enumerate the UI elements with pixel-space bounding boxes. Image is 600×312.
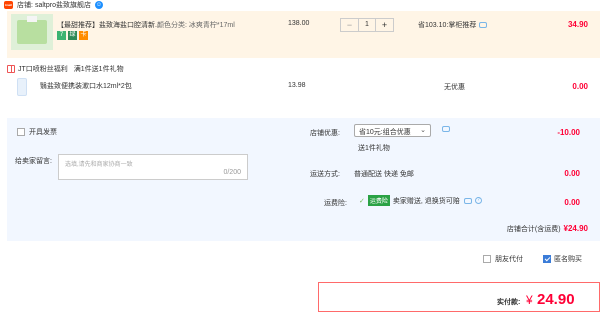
help-icon[interactable]: ? (474, 197, 482, 204)
shop-discount-amount: -10.00 (557, 128, 580, 137)
anonymous-label: 匿名购买 (554, 256, 582, 263)
shipping-amount: 0.00 (564, 169, 580, 178)
shop-total-amount: ¥24.90 (563, 224, 588, 233)
friend-pay-label: 朋友代付 (495, 256, 523, 263)
item-promo: 省103.10:掌柜推荐 (418, 20, 488, 30)
friend-pay-checkbox[interactable] (483, 255, 491, 263)
invoice-checkbox[interactable] (17, 128, 25, 136)
product-sku: 颜色分类: 冰爽青柠*17ml (157, 22, 235, 29)
decrease-button[interactable]: − (341, 19, 358, 31)
insurance-text: 卖家赠送, 退换货可赔 (392, 197, 460, 205)
item-subtotal: 34.90 (567, 20, 588, 29)
seller-message-input[interactable]: 选填,请先和商家协商一致 0/200 (58, 154, 248, 180)
shipping-method: 普通配送 快递 免邮 (354, 171, 414, 178)
anonymous-checkbox[interactable] (543, 255, 551, 263)
store-name-link[interactable]: saltpro盐致旗舰店 (35, 0, 91, 10)
anonymous-purchase-option[interactable]: 匿名购买 (543, 254, 582, 264)
tmall-icon: tmall (4, 1, 13, 9)
actual-payment-label: 实付款: (497, 299, 521, 306)
insurance-info: ✓ 运费险 卖家赠送, 退换货可赔 ? (359, 195, 482, 206)
green-service-icon: 绿 (68, 31, 77, 40)
cart-item-row: 【最甜推荐】盐致海盐口腔清新... 颜色分类: 冰爽青柠*17ml 7 绿 卡 … (7, 11, 600, 58)
discount-gift-note: 送1件礼物 (358, 145, 390, 152)
shop-discount-value: 省10元:组合优惠 (359, 129, 411, 136)
shipping-label: 运送方式: (310, 171, 340, 178)
message-placeholder: 选填,请先和商家协商一致 (65, 162, 133, 168)
store-label: 店铺: (17, 2, 33, 9)
store-header: tmall 店铺: saltpro盐致旗舰店 ☺ (0, 0, 600, 10)
chat-icon[interactable] (479, 22, 488, 29)
service-badges: 7 绿 卡 (57, 31, 88, 40)
check-icon: ✓ (359, 197, 365, 205)
gift-icon (7, 65, 15, 73)
unit-price: 138.00 (288, 20, 310, 27)
gift-desc: 满1件送1件礼物 (73, 66, 124, 73)
increase-button[interactable]: + (376, 19, 393, 31)
currency-symbol: ¥ (526, 293, 533, 307)
friend-pay-option[interactable]: 朋友代付 (483, 254, 523, 264)
gift-promo-header: JT口喷粉丝福利 满1件送1件礼物 (7, 64, 124, 74)
item-subtotal: 0.00 (572, 82, 588, 91)
insurance-amount: 0.00 (564, 198, 580, 207)
invoice-label: 开具发票 (29, 129, 57, 136)
product-title-link[interactable]: 翳盐致便携装漱口水12ml*2包 (40, 81, 132, 91)
invoice-option[interactable]: 开具发票 (17, 127, 57, 137)
product-thumbnail[interactable] (11, 14, 53, 50)
item-promo: 无优惠 (444, 84, 465, 91)
actual-payment-amount: 24.90 (537, 291, 575, 308)
seven-day-return-icon: 7 (57, 31, 66, 40)
unit-price: 13.98 (288, 82, 306, 89)
payment-summary: 实付款: ¥ 24.90 (318, 282, 600, 312)
shop-discount-label: 店铺优惠: (310, 130, 340, 137)
gift-label: JT口喷粉丝福利 (18, 66, 68, 73)
quantity-input[interactable]: 1 (358, 19, 376, 31)
chevron-down-icon: ⌄ (420, 127, 426, 134)
promo-text: 省103.10:掌柜推荐 (418, 22, 477, 29)
shop-discount-select[interactable]: 省10元:组合优惠 ⌄ (354, 124, 431, 137)
insurance-badge: 运费险 (367, 195, 390, 206)
card-payment-icon: 卡 (79, 31, 88, 40)
chat-icon[interactable] (463, 197, 472, 204)
order-options-panel: 开具发票 给卖家留言: 选填,请先和商家协商一致 0/200 店铺优惠: 省10… (7, 118, 600, 241)
wangwang-icon[interactable]: ☺ (94, 1, 103, 9)
product-title-link[interactable]: 【最甜推荐】盐致海盐口腔清新... (57, 20, 161, 30)
insurance-label: 运费险: (324, 200, 347, 207)
shop-total-label: 店铺合计(含运费) (506, 226, 561, 233)
message-label: 给卖家留言: (15, 158, 52, 165)
quantity-stepper: − 1 + (340, 18, 394, 32)
chat-icon[interactable] (442, 126, 450, 132)
product-thumbnail[interactable] (17, 78, 27, 96)
shop-total: 店铺合计(含运费) ¥24.90 (507, 224, 588, 234)
cart-item-row: 翳盐致便携装漱口水12ml*2包 13.98 无优惠 0.00 (7, 74, 600, 102)
message-char-count: 0/200 (223, 169, 241, 176)
